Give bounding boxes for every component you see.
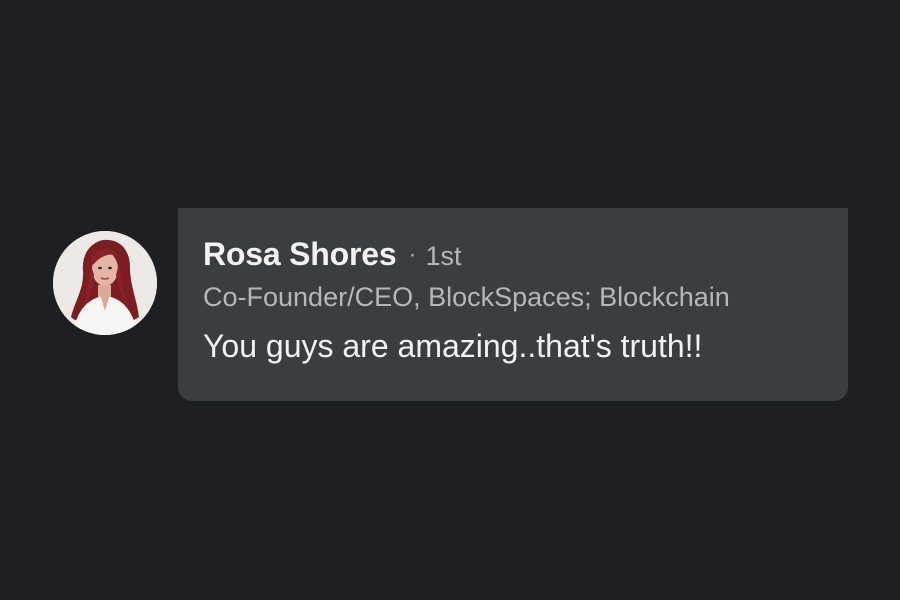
avatar[interactable] — [53, 231, 157, 335]
avatar-photo — [53, 231, 157, 335]
author-headline: Co-Founder/CEO, BlockSpaces; Blockchain — [203, 282, 730, 312]
author-row: Rosa Shores · 1st — [203, 236, 848, 278]
comment-text: You guys are amazing..that's truth!! — [203, 328, 703, 364]
comment-bubble: Rosa Shores · 1st Co-Founder/CEO, BlockS… — [178, 208, 848, 401]
connection-degree: 1st — [425, 241, 462, 271]
author-name[interactable]: Rosa Shores — [203, 236, 397, 273]
separator-dot: · — [408, 241, 417, 268]
